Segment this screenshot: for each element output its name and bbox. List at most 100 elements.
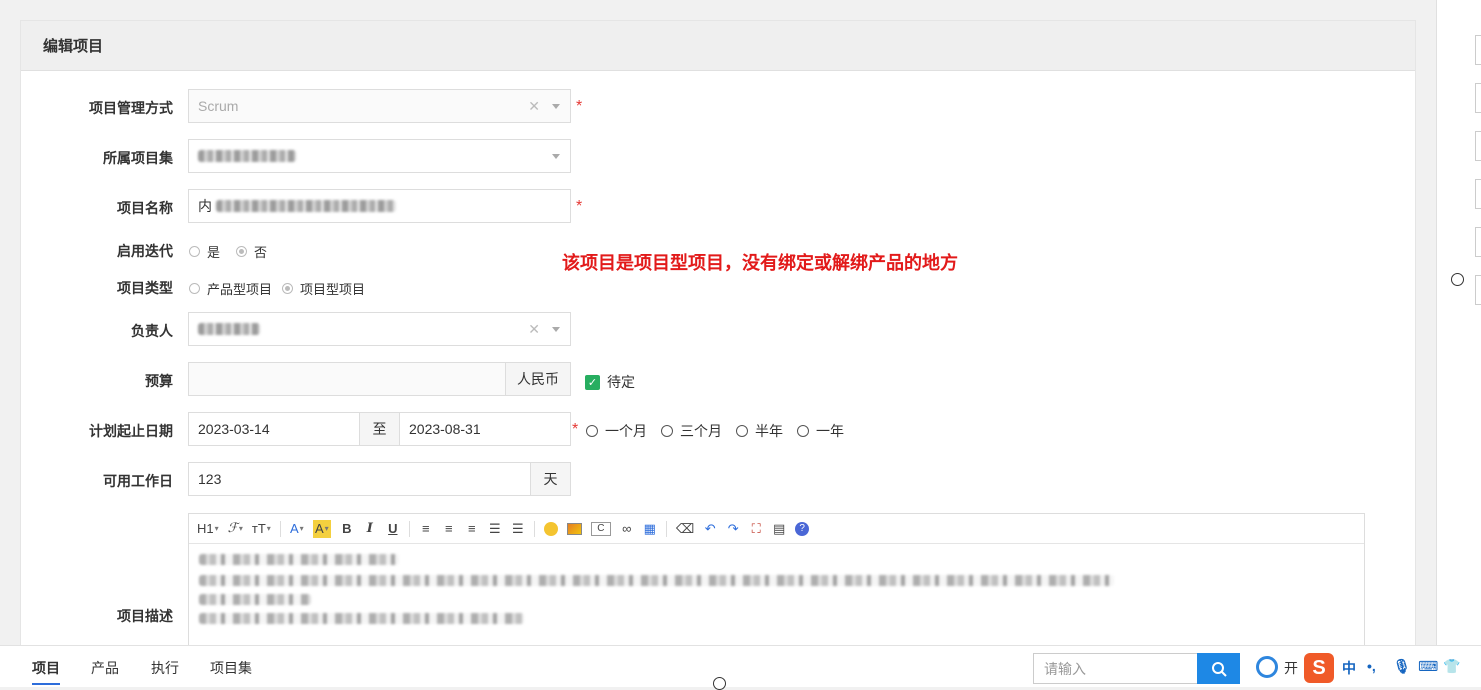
checkbox-checked-icon[interactable]: ✓	[585, 374, 600, 390]
fullscreen-icon[interactable]: ⛶	[749, 520, 763, 538]
microphone-icon[interactable]: 🎙	[1393, 658, 1411, 675]
clear-icon: ✕	[528, 97, 540, 114]
unordered-list-icon[interactable]: ☰	[511, 520, 525, 538]
radio-no-label: 否	[254, 245, 268, 260]
partial-label: 开	[1284, 660, 1298, 676]
type-options: 产品型项目 项目型项目	[189, 279, 365, 298]
owner-label: 负责人	[131, 323, 173, 339]
start-date-input[interactable]: 2023-03-14	[188, 412, 360, 446]
radio-project-type-label: 项目型项目	[300, 282, 366, 297]
strip-cell	[1475, 179, 1481, 209]
ime-punctuation[interactable]: •,	[1367, 658, 1376, 674]
redacted-value	[198, 323, 260, 335]
tab-project[interactable]: 项目	[32, 658, 60, 685]
radio-one-month[interactable]	[586, 425, 598, 437]
date-presets: 一个月 三个月 半年 一年	[586, 421, 844, 441]
preset-three-months: 三个月	[680, 423, 722, 439]
bottom-nav-bar: 项目 产品 执行 项目集 开 S 中 •, 🎙 ⌨ 👕	[0, 645, 1481, 690]
tab-product[interactable]: 产品	[91, 658, 119, 678]
iteration-label: 启用迭代	[117, 243, 173, 259]
shirt-icon[interactable]: 👕	[1443, 658, 1460, 675]
pending-label: 待定	[607, 374, 635, 390]
tab-program[interactable]: 项目集	[210, 658, 252, 678]
workdays-input[interactable]: 123	[188, 462, 531, 496]
mgmt-select[interactable]: Scrum ✕	[188, 89, 571, 123]
required-mark: *	[576, 198, 583, 215]
resize-handle-icon[interactable]	[1451, 273, 1464, 286]
font-color-button[interactable]: A ▾	[290, 520, 304, 538]
italic-button[interactable]: I	[363, 520, 377, 538]
budget-label: 预算	[145, 373, 173, 389]
emoji-icon[interactable]	[543, 520, 558, 538]
ime-language[interactable]: 中	[1342, 658, 1356, 678]
strip-cell	[1475, 83, 1481, 113]
radio-no[interactable]	[236, 246, 248, 257]
align-left-icon[interactable]: ≡	[419, 520, 433, 538]
heading-button[interactable]: H1 ▾	[197, 520, 219, 538]
search-button[interactable]	[1197, 653, 1240, 684]
app-logo-icon	[1256, 656, 1278, 678]
strip-cell	[1475, 227, 1481, 257]
radio-three-months[interactable]	[661, 425, 673, 437]
radio-yes[interactable]	[189, 246, 200, 257]
annotation-note: 该项目是项目型项目，没有绑定或解绑产品的地方	[562, 253, 958, 273]
help-icon[interactable]: ?	[795, 520, 810, 538]
align-center-icon[interactable]: ≡	[442, 520, 456, 538]
required-mark: *	[572, 421, 579, 438]
workdays-unit: 天	[530, 462, 571, 496]
undo-icon[interactable]: ↶	[703, 520, 717, 538]
keyboard-icon[interactable]: ⌨	[1418, 658, 1438, 675]
owner-select[interactable]: ✕	[188, 312, 571, 346]
underline-button[interactable]: U	[386, 520, 400, 538]
date-separator: 至	[359, 412, 400, 446]
redacted-text	[199, 594, 311, 605]
radio-half-year[interactable]	[736, 425, 748, 437]
radio-product-type[interactable]	[189, 283, 200, 294]
radio-one-year[interactable]	[797, 425, 809, 437]
end-date-value: 2023-08-31	[409, 421, 481, 437]
editor-toolbar: H1 ▾ ℱ ▾ тT ▾ A ▾ A ▾ B I U ≡ ≡ ≡ ☰ ☰ C ∞ ▦ ⌫…	[189, 514, 1364, 544]
start-date-value: 2023-03-14	[198, 421, 270, 437]
budget-input[interactable]	[188, 362, 506, 396]
search-input[interactable]	[1033, 653, 1198, 684]
code-icon[interactable]: C	[590, 521, 611, 536]
name-label: 项目名称	[117, 200, 173, 216]
redo-icon[interactable]: ↷	[726, 520, 740, 538]
end-date-input[interactable]: 2023-08-31	[399, 412, 571, 446]
redacted-text	[199, 613, 524, 624]
mgmt-value: Scrum	[198, 98, 239, 114]
type-label: 项目类型	[117, 280, 173, 296]
preset-half-year: 半年	[755, 423, 783, 439]
font-size-button[interactable]: тT ▾	[252, 520, 271, 538]
strip-cell	[1475, 131, 1481, 161]
desc-label: 项目描述	[117, 608, 173, 624]
radio-project-type[interactable]	[282, 283, 294, 294]
ime-logo-icon[interactable]: S	[1304, 653, 1334, 683]
adjacent-window-strip	[1436, 0, 1481, 686]
project-name-input[interactable]: 内	[188, 189, 571, 223]
eraser-icon[interactable]: ⌫	[676, 520, 694, 538]
highlight-button[interactable]: A ▾	[312, 519, 331, 538]
program-select[interactable]	[188, 139, 571, 173]
ordered-list-icon[interactable]: ☰	[488, 520, 502, 538]
align-right-icon[interactable]: ≡	[465, 520, 479, 538]
chevron-down-icon	[552, 327, 560, 332]
budget-pending[interactable]: ✓ 待定	[585, 372, 635, 392]
table-icon[interactable]: ▦	[643, 520, 657, 538]
preset-one-year: 一年	[816, 423, 844, 439]
template-icon[interactable]: ▤	[772, 520, 786, 538]
redacted-value	[216, 200, 396, 212]
panel-title: 编辑项目	[21, 21, 1415, 71]
chevron-down-icon	[552, 154, 560, 159]
tab-execution[interactable]: 执行	[151, 658, 179, 678]
image-icon[interactable]	[566, 520, 582, 538]
resize-handle-icon[interactable]	[713, 677, 726, 690]
name-prefix: 内	[198, 198, 212, 214]
link-icon[interactable]: ∞	[620, 520, 634, 538]
radio-product-type-label: 产品型项目	[207, 282, 273, 297]
description-editor[interactable]: H1 ▾ ℱ ▾ тT ▾ A ▾ A ▾ B I U ≡ ≡ ≡ ☰ ☰ C ∞ ▦ ⌫…	[188, 513, 1365, 653]
chevron-down-icon	[552, 104, 560, 109]
bold-button[interactable]: B	[340, 520, 354, 538]
font-family-button[interactable]: ℱ ▾	[228, 520, 243, 538]
workdays-label: 可用工作日	[103, 473, 173, 489]
